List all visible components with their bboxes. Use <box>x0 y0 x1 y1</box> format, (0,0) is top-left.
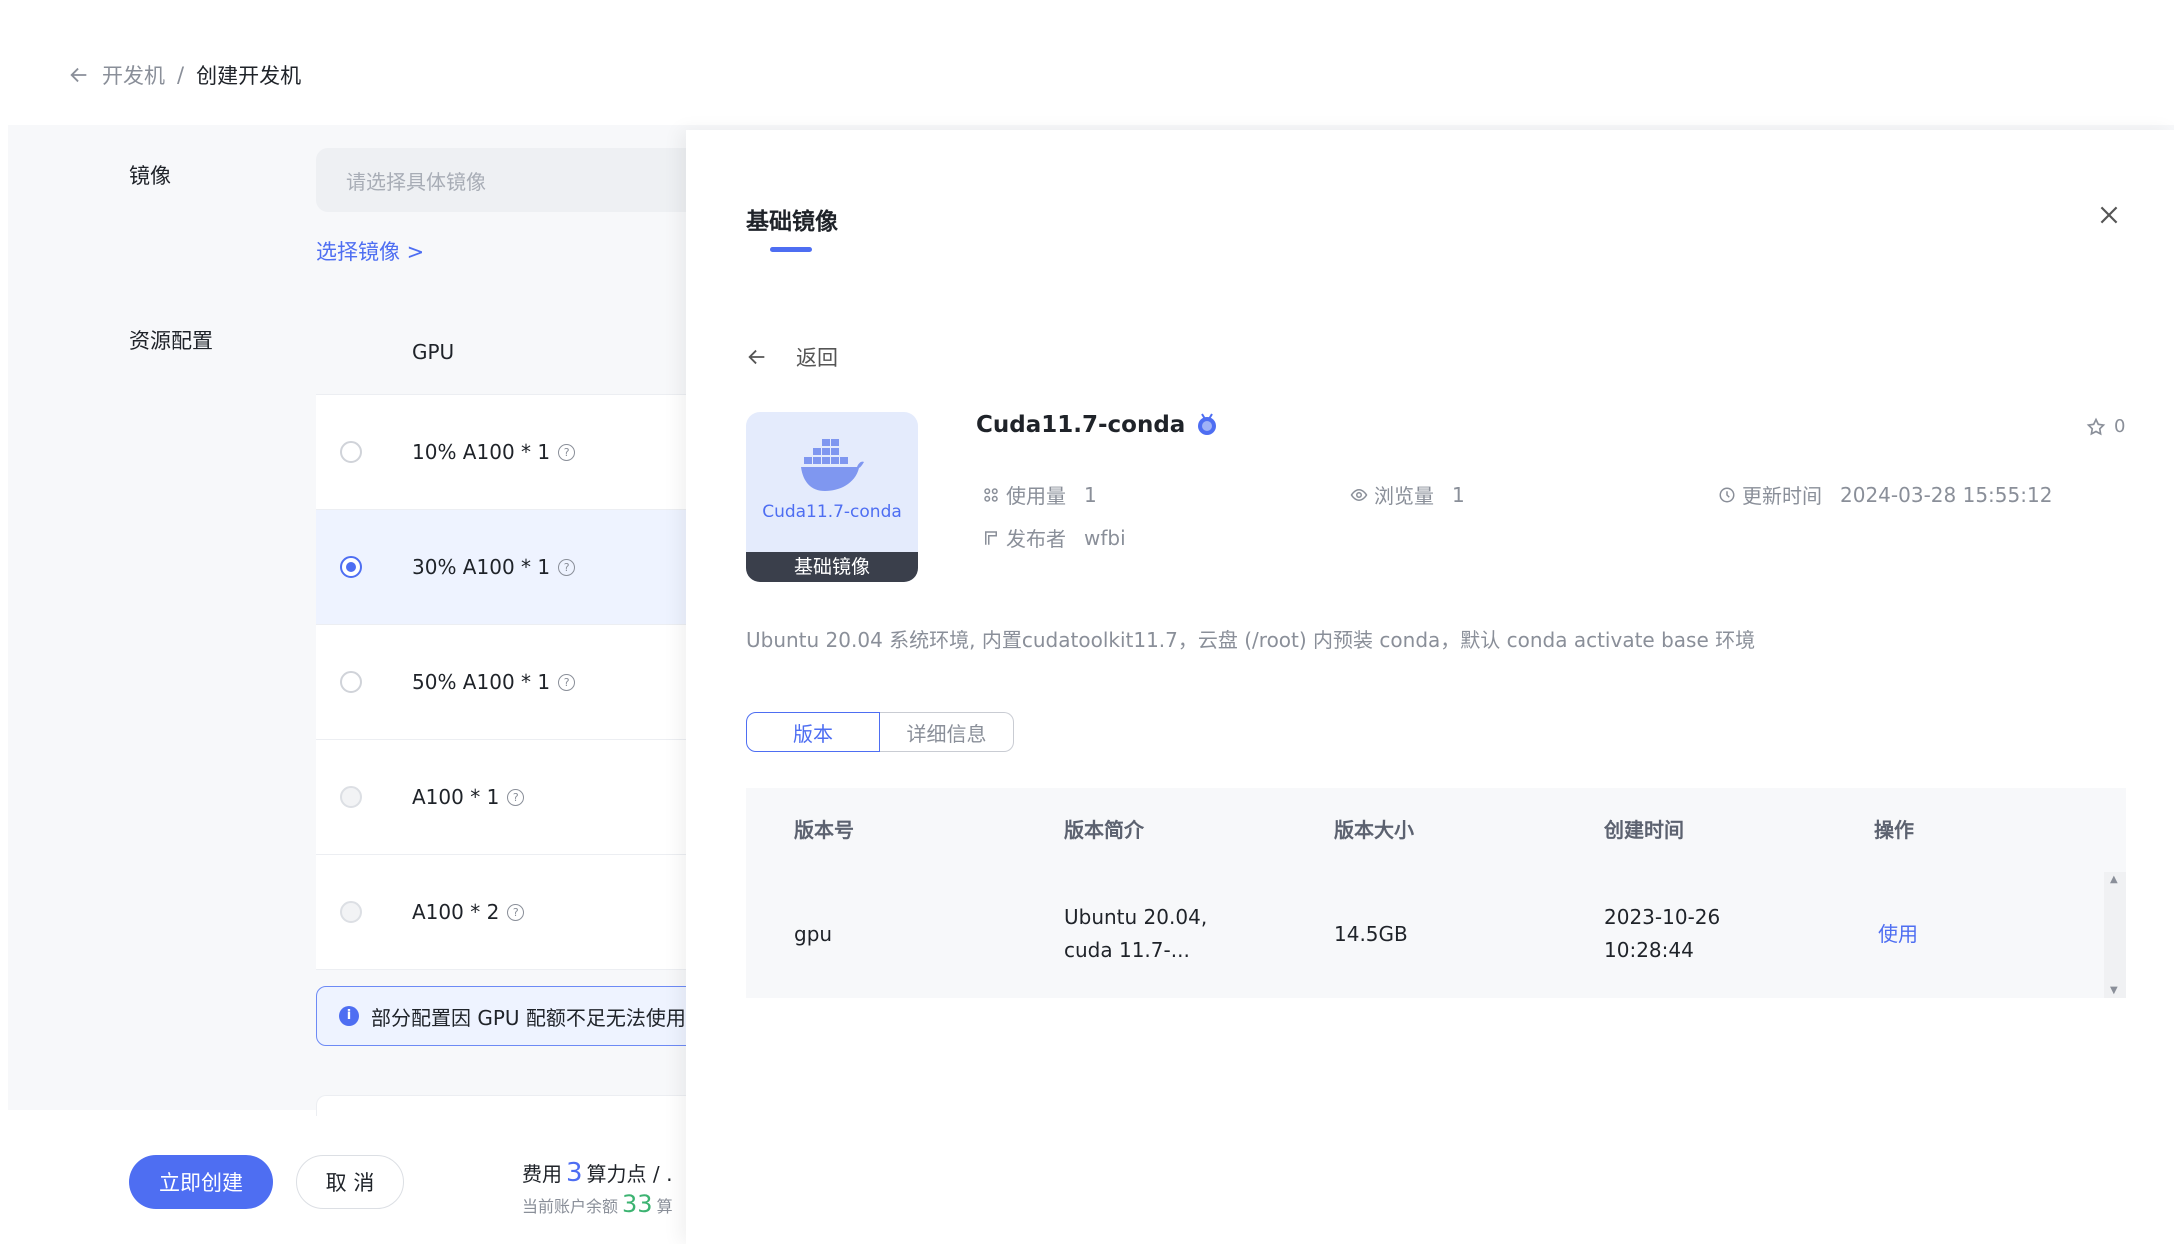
tab-details[interactable]: 详细信息 <box>880 712 1014 752</box>
help-icon[interactable]: ? <box>507 903 525 921</box>
help-icon[interactable]: ? <box>558 443 576 461</box>
fee-prefix: 费用 <box>522 1162 562 1186</box>
eye-icon <box>1350 488 1368 501</box>
breadcrumb-current: 创建开发机 <box>196 64 302 88</box>
radio-button[interactable] <box>340 556 362 578</box>
scroll-down-icon[interactable]: ▼ <box>2110 985 2118 996</box>
tab-switcher: 版本 详细信息 <box>746 712 1014 752</box>
help-icon[interactable]: ? <box>558 673 576 691</box>
fee-text: 费用 3 算力点 / ․ <box>522 1158 673 1188</box>
cell-intro: Ubuntu 20.04, cuda 11.7-... <box>1064 901 1207 967</box>
image-drawer: 基础镜像 返回 Cuda11.7-conda 基础镜像 Cuda11.7-con… <box>686 130 2174 1244</box>
header-created: 创建时间 <box>1604 818 1684 842</box>
thumbnail-name: Cuda11.7-conda <box>762 502 902 522</box>
cell-created: 2023-10-26 10:28:44 <box>1604 901 1720 967</box>
balance-prefix: 当前账户余额 <box>522 1197 619 1216</box>
publisher-label: 发布者 <box>1006 527 1066 551</box>
clock-icon <box>1719 487 1735 502</box>
breadcrumb-separator: / <box>177 63 185 87</box>
cell-intro-line: Ubuntu 20.04, <box>1064 905 1208 929</box>
fee-value: 3 <box>566 1158 583 1188</box>
versions-table: 版本号 版本简介 版本大小 创建时间 操作 gpu Ubuntu 20.04, … <box>746 788 2126 998</box>
image-label: 镜像 <box>129 164 171 188</box>
cell-intro-line: cuda 11.7-... <box>1064 938 1190 962</box>
scroll-up-icon[interactable]: ▲ <box>2110 874 2118 885</box>
official-badge-icon <box>1198 413 1217 435</box>
header-size: 版本大小 <box>1334 818 1414 842</box>
cell-version: gpu <box>794 922 833 946</box>
usage-meta: 使用量 1 <box>982 480 1097 509</box>
balance-suffix: 算 <box>656 1197 673 1216</box>
publisher-icon <box>985 530 997 545</box>
views-meta: 浏览量 1 <box>1350 480 1465 509</box>
close-icon[interactable] <box>2096 202 2122 228</box>
radio-button <box>340 901 362 923</box>
image-name-text: Cuda11.7-conda <box>976 412 1186 438</box>
updated-value: 2024-03-28 15:55:12 <box>1840 482 2053 507</box>
publisher-meta: 发布者 wfbi <box>982 523 1126 552</box>
star-icon <box>2086 417 2106 435</box>
header-action: 操作 <box>1874 818 1914 842</box>
gpu-option-label: 50% A100 * 1 <box>412 670 551 694</box>
thumbnail-badge: 基础镜像 <box>746 552 918 582</box>
help-icon[interactable]: ? <box>507 788 525 806</box>
publisher-value: wfbi <box>1084 525 1126 550</box>
gpu-option-label: A100 * 2 <box>412 900 500 924</box>
gpu-option-label: 30% A100 * 1 <box>412 555 551 579</box>
back-arrow-icon <box>748 349 765 365</box>
breadcrumb: 开发机 / 创建开发机 <box>68 60 301 90</box>
cancel-button[interactable]: 取 消 <box>296 1155 404 1209</box>
balance-text: 当前账户余额 33 算 <box>522 1190 673 1218</box>
header-version: 版本号 <box>794 818 854 842</box>
breadcrumb-parent[interactable]: 开发机 <box>102 60 165 90</box>
star-count: 0 <box>2114 416 2126 437</box>
top-bar <box>8 0 2174 125</box>
use-version-link[interactable]: 使用 <box>1878 918 1918 951</box>
tab-versions[interactable]: 版本 <box>746 712 880 752</box>
choose-image-link[interactable]: 选择镜像 > <box>316 236 424 266</box>
views-label: 浏览量 <box>1374 484 1434 508</box>
create-button[interactable]: 立即创建 <box>129 1155 273 1209</box>
image-name: Cuda11.7-conda <box>976 412 1219 438</box>
favorite-star[interactable]: 0 <box>2086 416 2125 437</box>
table-scrollbar[interactable]: ▲ ▼ <box>2104 872 2126 998</box>
usage-label: 使用量 <box>1006 484 1066 508</box>
cell-created-date: 2023-10-26 <box>1604 905 1721 929</box>
updated-meta: 更新时间 2024-03-28 15:55:12 <box>1718 480 2052 509</box>
usage-icon <box>984 487 998 502</box>
docker-whale-icon <box>801 439 864 491</box>
radio-button <box>340 786 362 808</box>
radio-button[interactable] <box>340 441 362 463</box>
fee-suffix: 算力点 / ․ <box>586 1162 673 1186</box>
usage-value: 1 <box>1084 482 1097 507</box>
image-description: Ubuntu 20.04 系统环境, 内置cudatoolkit11.7，云盘 … <box>746 628 1756 652</box>
updated-label: 更新时间 <box>1742 484 1822 508</box>
header-intro: 版本简介 <box>1064 818 1144 842</box>
notice-text: 部分配置因 GPU 配额不足无法使用 <box>371 1005 686 1030</box>
cell-size: 14.5GB <box>1334 922 1408 946</box>
info-icon: i <box>339 1006 359 1026</box>
resource-label: 资源配置 <box>129 329 213 353</box>
image-thumbnail: Cuda11.7-conda 基础镜像 <box>746 412 918 582</box>
help-icon[interactable]: ? <box>558 558 576 576</box>
gpu-option-label: A100 * 1 <box>412 785 500 809</box>
views-value: 1 <box>1452 482 1465 507</box>
radio-button[interactable] <box>340 671 362 693</box>
back-label: 返回 <box>796 346 838 370</box>
cell-created-time: 10:28:44 <box>1604 938 1694 962</box>
back-arrow-icon[interactable] <box>68 64 90 86</box>
gpu-option-label: 10% A100 * 1 <box>412 440 551 464</box>
drawer-title: 基础镜像 <box>746 209 838 235</box>
balance-value: 33 <box>622 1190 653 1218</box>
title-underline <box>770 247 812 252</box>
back-button[interactable]: 返回 <box>746 342 838 372</box>
